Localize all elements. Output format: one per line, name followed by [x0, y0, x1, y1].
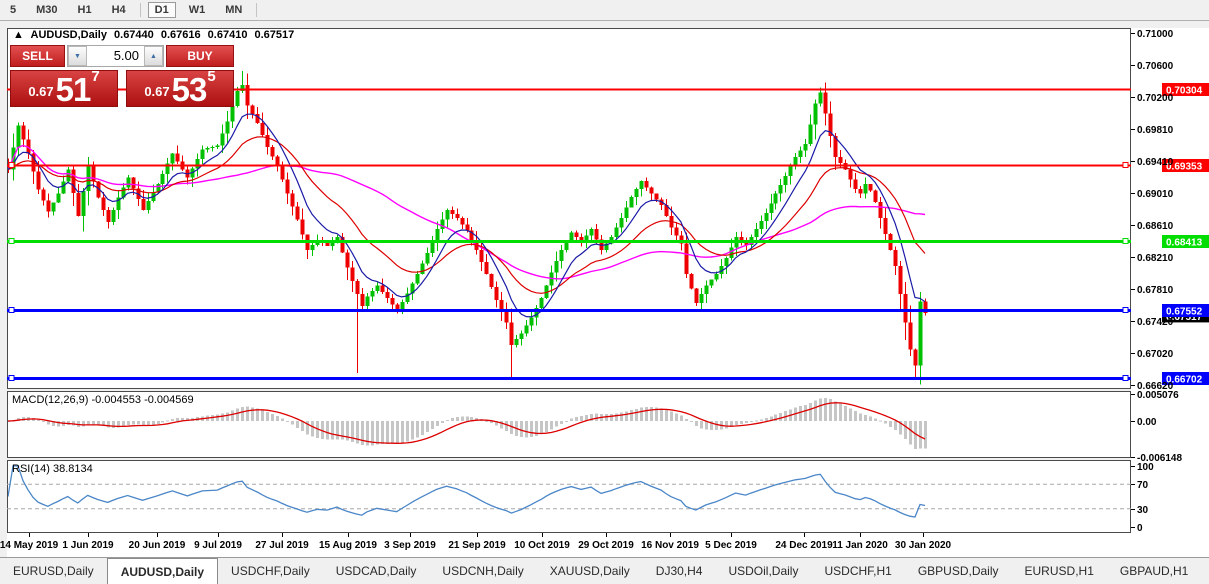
- buy-price-prefix: 0.67: [144, 84, 169, 99]
- tab-gbpaud-h1[interactable]: GBPAUD,H1: [1107, 558, 1201, 584]
- svg-text:11 Jan 2020: 11 Jan 2020: [832, 540, 888, 551]
- svg-text:0.71000: 0.71000: [1137, 29, 1174, 40]
- svg-text:5 Dec 2019: 5 Dec 2019: [705, 540, 757, 551]
- svg-text:0.68210: 0.68210: [1137, 253, 1174, 264]
- timeframe-button-h4[interactable]: H4: [105, 2, 133, 18]
- tab-xauusd-daily[interactable]: XAUUSD,Daily: [537, 558, 643, 584]
- buy-price-big: 53: [172, 76, 207, 103]
- svg-text:1 Jun 2019: 1 Jun 2019: [62, 540, 114, 551]
- svg-text:14 May 2019: 14 May 2019: [0, 540, 59, 551]
- toolbar-separator: [256, 3, 257, 17]
- buy-price-pip: 5: [207, 68, 215, 85]
- tab-audusd-daily[interactable]: AUDUSD,Daily: [107, 558, 218, 584]
- tab-gbpusd-daily[interactable]: GBPUSD,Daily: [905, 558, 1012, 584]
- svg-text:16 Nov 2019: 16 Nov 2019: [641, 540, 699, 551]
- quote-low: 0.67410: [208, 29, 248, 41]
- tab-usdchf-h1[interactable]: USDCHF,H1: [811, 558, 904, 584]
- one-click-trade-panel: SELL ▼ 5.00 ▲ BUY 0.67 51 7 0.67 53 5: [10, 45, 234, 107]
- svg-text:0.005076: 0.005076: [1137, 390, 1179, 401]
- svg-text:0.67810: 0.67810: [1137, 285, 1174, 296]
- tab-scroll-nav: ◄►: [1201, 558, 1209, 584]
- buy-button[interactable]: BUY: [166, 45, 234, 67]
- svg-text:0.00: 0.00: [1137, 417, 1157, 428]
- svg-text:10 Oct 2019: 10 Oct 2019: [514, 540, 570, 551]
- svg-text:27 Jul 2019: 27 Jul 2019: [255, 540, 309, 551]
- sell-price-pip: 7: [91, 68, 99, 85]
- quote-high: 0.67616: [161, 29, 201, 41]
- direction-up-icon: ▲: [13, 29, 24, 41]
- sell-price-button[interactable]: 0.67 51 7: [10, 70, 118, 107]
- volume-input[interactable]: 5.00: [87, 46, 144, 66]
- svg-text:0.69810: 0.69810: [1137, 125, 1174, 136]
- svg-text:0.68413: 0.68413: [1166, 238, 1203, 249]
- chart-tab-bar: EURUSD,DailyAUDUSD,DailyUSDCHF,DailyUSDC…: [0, 557, 1209, 584]
- quote-close: 0.67517: [255, 29, 295, 41]
- timeframe-button-h1[interactable]: H1: [71, 2, 99, 18]
- timeframe-button-5[interactable]: 5: [3, 2, 23, 18]
- sell-price-prefix: 0.67: [28, 84, 53, 99]
- svg-text:20 Jun 2019: 20 Jun 2019: [129, 540, 186, 551]
- rsi-pane[interactable]: [8, 461, 1131, 533]
- volume-stepper: ▼ 5.00 ▲: [67, 45, 164, 67]
- svg-text:0.69010: 0.69010: [1137, 189, 1174, 200]
- svg-text:21 Sep 2019: 21 Sep 2019: [448, 540, 506, 551]
- tab-eurusd-daily[interactable]: EURUSD,Daily: [0, 558, 107, 584]
- toolbar-separator: [140, 3, 141, 17]
- quote-open: 0.67440: [114, 29, 154, 41]
- svg-text:0.70600: 0.70600: [1137, 61, 1174, 72]
- svg-text:0.70200: 0.70200: [1137, 93, 1174, 104]
- quote-line: ▲ AUDUSD,Daily 0.67440 0.67616 0.67410 0…: [13, 29, 298, 41]
- sell-button[interactable]: SELL: [10, 45, 65, 67]
- svg-text:30: 30: [1137, 505, 1149, 516]
- svg-text:70: 70: [1137, 480, 1149, 491]
- macd-indicator-label: MACD(12,26,9) -0.004553 -0.004569: [12, 394, 194, 406]
- svg-text:0: 0: [1137, 523, 1143, 534]
- svg-text:0.67020: 0.67020: [1137, 349, 1174, 360]
- svg-text:100: 100: [1137, 462, 1154, 473]
- quote-symbol: AUDUSD,Daily: [31, 29, 107, 41]
- svg-text:0.68610: 0.68610: [1137, 221, 1174, 232]
- svg-text:30 Jan 2020: 30 Jan 2020: [895, 540, 952, 551]
- svg-text:0.69410: 0.69410: [1137, 157, 1174, 168]
- svg-text:15 Aug 2019: 15 Aug 2019: [319, 540, 377, 551]
- tab-usdcad-daily[interactable]: USDCAD,Daily: [323, 558, 430, 584]
- svg-text:9 Jul 2019: 9 Jul 2019: [194, 540, 242, 551]
- tab-dj30-h4[interactable]: DJ30,H4: [643, 558, 716, 584]
- svg-text:0.67552: 0.67552: [1166, 307, 1203, 318]
- sell-price-big: 51: [56, 76, 91, 103]
- timeframe-button-w1[interactable]: W1: [182, 2, 213, 18]
- timeframe-button-mn[interactable]: MN: [218, 2, 249, 18]
- tab-usdcnh-daily[interactable]: USDCNH,Daily: [429, 558, 536, 584]
- timeframe-button-m30[interactable]: M30: [29, 2, 64, 18]
- rsi-indicator-label: RSI(14) 38.8134: [12, 463, 93, 475]
- tab-eurusd-h1[interactable]: EURUSD,H1: [1012, 558, 1107, 584]
- buy-price-button[interactable]: 0.67 53 5: [126, 70, 234, 107]
- volume-decrease-icon[interactable]: ▼: [68, 46, 87, 66]
- timeframe-button-d1[interactable]: D1: [148, 2, 176, 18]
- tab-usdoil-daily[interactable]: USDOil,Daily: [715, 558, 811, 584]
- svg-text:29 Oct 2019: 29 Oct 2019: [578, 540, 634, 551]
- svg-text:24 Dec 2019: 24 Dec 2019: [775, 540, 833, 551]
- timeframe-toolbar: 5 M30 H1 H4 D1 W1 MN: [0, 0, 1209, 21]
- tab-usdchf-daily[interactable]: USDCHF,Daily: [218, 558, 323, 584]
- svg-text:0.67420: 0.67420: [1137, 317, 1174, 328]
- volume-increase-icon[interactable]: ▲: [144, 46, 163, 66]
- svg-text:3 Sep 2019: 3 Sep 2019: [384, 540, 436, 551]
